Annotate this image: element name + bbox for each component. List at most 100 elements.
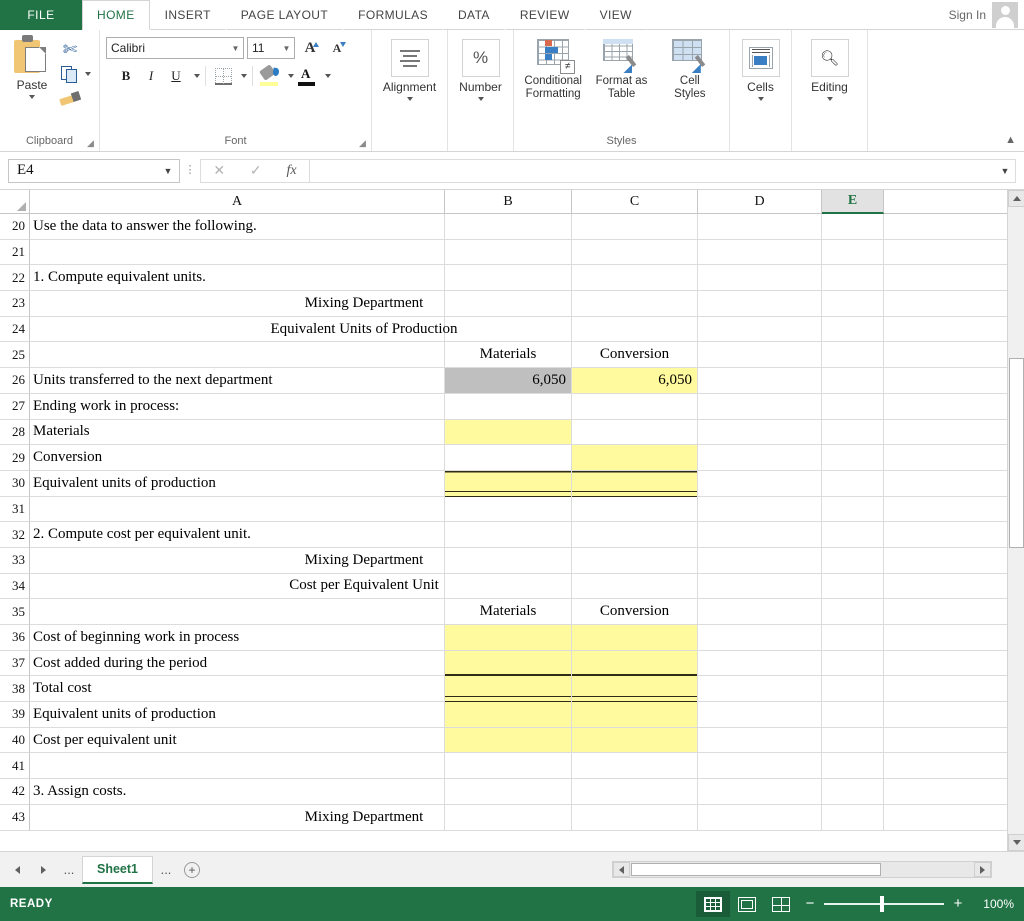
cell-A28[interactable]: Materials	[30, 419, 445, 446]
cell-E22[interactable]	[822, 265, 884, 292]
row-header-22[interactable]: 22	[0, 265, 30, 292]
cell-E41[interactable]	[822, 753, 884, 780]
cell-D32[interactable]	[698, 522, 822, 548]
cell-A41[interactable]	[30, 753, 445, 780]
zoom-slider-thumb[interactable]	[880, 896, 884, 912]
row-header-26[interactable]: 26	[0, 368, 30, 394]
cell-B28[interactable]	[445, 419, 572, 446]
cell-E28[interactable]	[822, 419, 884, 446]
format-as-table-button[interactable]: Format as Table	[588, 35, 654, 101]
cell-E37[interactable]	[822, 650, 884, 677]
cell-D41[interactable]	[698, 753, 822, 780]
cell-B25[interactable]: Materials	[445, 342, 572, 369]
formula-bar-grip[interactable]: ⋮	[180, 165, 200, 176]
fill-color-chevron-down-icon[interactable]	[288, 74, 294, 78]
cell-D36[interactable]	[698, 625, 822, 651]
scroll-left-button[interactable]	[613, 862, 630, 877]
cell-D30[interactable]	[698, 470, 822, 497]
cell-A39[interactable]: Equivalent units of production	[30, 702, 445, 728]
vertical-scrollbar-thumb[interactable]	[1009, 358, 1024, 548]
cell-A36[interactable]: Cost of beginning work in process	[30, 625, 445, 651]
cell-B38[interactable]	[445, 676, 572, 703]
font-color-button[interactable]: A	[295, 65, 319, 87]
cell-B29[interactable]	[445, 445, 572, 471]
cell-D23[interactable]	[698, 291, 822, 317]
editing-chevron-down-icon[interactable]	[826, 97, 833, 101]
column-header-blank[interactable]	[884, 190, 1024, 214]
italic-button[interactable]: I	[139, 65, 163, 87]
enter-formula-icon[interactable]: ✓	[250, 162, 262, 179]
row-header-37[interactable]: 37	[0, 650, 30, 677]
column-header-E[interactable]: E	[822, 190, 884, 214]
cell-E33[interactable]	[822, 547, 884, 574]
cell-D38[interactable]	[698, 676, 822, 703]
cell-D39[interactable]	[698, 702, 822, 728]
cell-E43[interactable]	[822, 804, 884, 831]
format-painter-button[interactable]	[59, 87, 91, 109]
column-header-B[interactable]: B	[445, 190, 572, 214]
cell-C20[interactable]	[572, 214, 698, 240]
copy-button[interactable]	[60, 63, 91, 85]
cell-E42[interactable]	[822, 779, 884, 805]
next-sheet-button[interactable]	[30, 857, 56, 883]
cell-D31[interactable]	[698, 496, 822, 523]
cell-C36[interactable]	[572, 625, 698, 651]
row-header-43[interactable]: 43	[0, 804, 30, 831]
row-header-39[interactable]: 39	[0, 702, 30, 728]
row-header-24[interactable]: 24	[0, 316, 30, 343]
cell-A40[interactable]: Cost per equivalent unit	[30, 727, 445, 754]
cell-A29[interactable]: Conversion	[30, 445, 445, 471]
cell-X38[interactable]	[884, 676, 1024, 703]
cell-D33[interactable]	[698, 547, 822, 574]
cell-D40[interactable]	[698, 727, 822, 754]
horizontal-scrollbar-thumb[interactable]	[631, 863, 881, 876]
scroll-right-button[interactable]	[974, 862, 991, 877]
row-header-27[interactable]: 27	[0, 393, 30, 420]
tab-data[interactable]: DATA	[442, 0, 505, 30]
cell-E36[interactable]	[822, 625, 884, 651]
cell-E39[interactable]	[822, 702, 884, 728]
decrease-font-size-button[interactable]: A	[325, 37, 349, 59]
cell-X40[interactable]	[884, 728, 1024, 754]
scroll-up-button[interactable]	[1008, 190, 1024, 207]
font-size-combo[interactable]: 11 ▼	[247, 37, 295, 59]
cell-C21[interactable]	[572, 239, 698, 266]
cell-X29[interactable]	[884, 445, 1024, 471]
cell-A34[interactable]: Cost per Equivalent Unit	[30, 573, 445, 600]
cell-C41[interactable]	[572, 753, 698, 780]
cell-B39[interactable]	[445, 702, 572, 728]
row-header-41[interactable]: 41	[0, 753, 30, 780]
cell-E21[interactable]	[822, 239, 884, 266]
font-name-chevron-down-icon[interactable]: ▼	[228, 44, 243, 53]
cell-A26[interactable]: Units transferred to the next department	[30, 368, 445, 394]
row-header-25[interactable]: 25	[0, 342, 30, 369]
column-header-C[interactable]: C	[572, 190, 698, 214]
vertical-scrollbar[interactable]	[1007, 190, 1024, 851]
cell-X30[interactable]	[884, 471, 1024, 497]
alignment-button[interactable]: Alignment	[378, 35, 441, 101]
cell-C25[interactable]: Conversion	[572, 342, 698, 369]
cell-B20[interactable]	[445, 214, 572, 240]
cell-X20[interactable]	[884, 214, 1024, 240]
cell-A31[interactable]	[30, 496, 445, 523]
cell-A38[interactable]: Total cost	[30, 676, 445, 703]
cell-X25[interactable]	[884, 342, 1024, 369]
editing-button[interactable]: 🔍︎ Editing	[798, 35, 861, 101]
row-header-33[interactable]: 33	[0, 547, 30, 574]
cell-C30[interactable]	[572, 470, 698, 497]
cell-C31[interactable]	[572, 496, 698, 523]
cell-A24[interactable]: Equivalent Units of Production	[30, 316, 458, 343]
cell-D21[interactable]	[698, 239, 822, 266]
cell-D34[interactable]	[698, 573, 822, 600]
zoom-slider[interactable]	[824, 896, 944, 912]
cell-C37[interactable]	[572, 650, 698, 677]
cell-A23[interactable]: Mixing Department	[30, 291, 445, 317]
cell-E23[interactable]	[822, 291, 884, 317]
sign-in-area[interactable]: Sign In	[938, 0, 1024, 30]
cell-E31[interactable]	[822, 496, 884, 523]
previous-sheet-button[interactable]	[4, 857, 30, 883]
conditional-formatting-button[interactable]: ≠ Conditional Formatting	[520, 35, 586, 101]
cell-C27[interactable]	[572, 393, 698, 420]
cell-A20[interactable]: Use the data to answer the following.	[30, 214, 445, 240]
name-box-chevron-down-icon[interactable]: ▼	[157, 166, 179, 176]
